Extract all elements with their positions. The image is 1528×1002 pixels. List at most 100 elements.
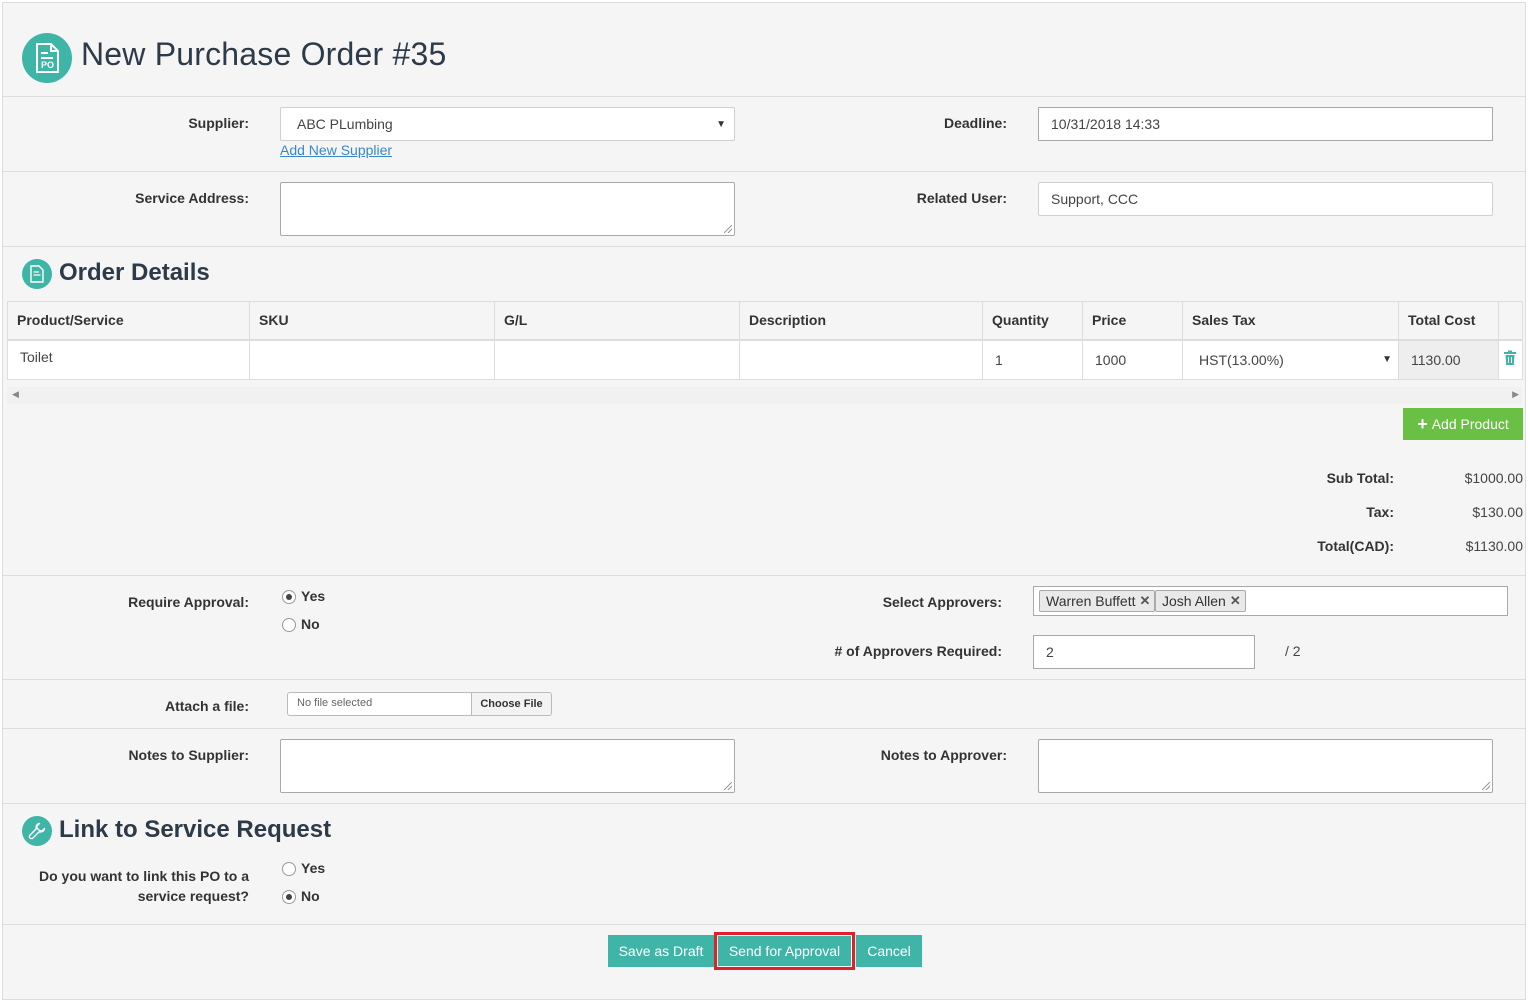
wrench-icon [22, 816, 52, 846]
scroll-right-icon[interactable]: ▶ [1512, 389, 1519, 400]
approver-tag-label: Josh Allen [1162, 593, 1226, 609]
col-total-cost: Total Cost [1398, 301, 1499, 341]
notes-supplier-label: Notes to Supplier: [128, 747, 249, 763]
link-yes-label: Yes [301, 860, 326, 876]
col-quantity: Quantity [982, 301, 1083, 341]
select-approvers-label: Select Approvers: [882, 594, 1002, 610]
add-new-supplier-link[interactable]: Add New Supplier [280, 142, 392, 158]
add-product-button[interactable]: + Add Product [1403, 408, 1523, 440]
attach-file-label: Attach a file: [164, 698, 249, 714]
subtotal-value: $1000.00 [1464, 470, 1523, 486]
related-user-label: Related User: [916, 190, 1007, 206]
total-label: Total(CAD): [1317, 538, 1394, 554]
supplier-value: ABC PLumbing [297, 116, 393, 132]
deadline-label: Deadline: [943, 115, 1007, 131]
divider [3, 246, 1525, 247]
choose-file-button[interactable]: Choose File [471, 693, 551, 715]
order-details-icon [22, 259, 52, 289]
price-cell[interactable]: 1000 [1082, 339, 1183, 380]
table-row: Toilet 1 1000 HST(13.00%) ▼ 1130.00 [7, 339, 1523, 380]
quantity-cell[interactable]: 1 [982, 339, 1083, 380]
approval-yes-radio[interactable] [282, 590, 296, 604]
file-input[interactable]: No file selected Choose File [287, 692, 552, 716]
add-product-label: Add Product [1431, 416, 1509, 432]
remove-tag-icon[interactable]: ✕ [1139, 593, 1150, 609]
sales-tax-value: HST(13.00%) [1199, 351, 1284, 368]
approval-no-radio[interactable] [282, 618, 296, 632]
divider [3, 171, 1525, 172]
link-question-line1: Do you want to link this PO to a [38, 868, 249, 884]
service-address-label: Service Address: [135, 190, 249, 206]
delete-row-cell [1498, 339, 1523, 380]
save-draft-button[interactable]: Save as Draft [608, 935, 714, 967]
approver-tag-label: Warren Buffett [1046, 593, 1136, 609]
tax-value: $130.00 [1472, 504, 1523, 520]
col-sales-tax: Sales Tax [1182, 301, 1399, 341]
approver-tag: Warren Buffett ✕ [1039, 590, 1156, 612]
divider [3, 924, 1525, 925]
link-question-line2: service request? [137, 888, 249, 904]
link-yes-radio[interactable] [282, 862, 296, 876]
approval-no-label: No [301, 616, 320, 632]
link-question-label: Do you want to link this PO to a service… [23, 866, 249, 906]
description-cell[interactable] [739, 339, 983, 380]
send-approval-button[interactable]: Send for Approval [718, 936, 851, 966]
sku-cell[interactable] [249, 339, 495, 380]
total-cost-cell: 1130.00 [1398, 339, 1499, 380]
sales-tax-select[interactable]: HST(13.00%) ▼ [1182, 339, 1399, 380]
link-service-request-title: Link to Service Request [59, 816, 332, 843]
file-status: No file selected [297, 697, 373, 709]
table-horizontal-scrollbar[interactable]: ◀ ▶ [7, 387, 1522, 404]
col-actions [1498, 301, 1523, 341]
link-no-label: No [301, 888, 320, 904]
gl-cell[interactable] [494, 339, 740, 380]
chevron-down-icon: ▼ [1382, 353, 1392, 365]
service-address-textarea[interactable] [280, 182, 735, 236]
divider [3, 96, 1525, 97]
notes-supplier-textarea[interactable] [280, 739, 735, 793]
related-user-input[interactable]: Support, CCC [1038, 182, 1493, 216]
approvers-required-label: # of Approvers Required: [834, 643, 1002, 659]
link-no-radio[interactable] [282, 890, 296, 904]
table-header-row: Product/Service SKU G/L Description Quan… [7, 301, 1523, 341]
scroll-left-icon[interactable]: ◀ [12, 389, 19, 400]
resize-handle-icon [724, 782, 732, 790]
approvers-required-total: / 2 [1285, 643, 1301, 659]
supplier-label: Supplier: [188, 115, 249, 131]
divider [3, 728, 1525, 729]
approver-tag: Josh Allen ✕ [1155, 590, 1246, 612]
page-title: New Purchase Order #35 [81, 36, 447, 72]
po-document-icon: PO [22, 33, 72, 83]
order-details-title: Order Details [59, 259, 210, 286]
po-icon-text: PO [41, 60, 55, 70]
chevron-down-icon: ▼ [716, 118, 726, 130]
purchase-order-page: PO New Purchase Order #35 Supplier: ABC … [2, 2, 1526, 1000]
approvers-required-input[interactable]: 2 [1033, 635, 1255, 669]
deadline-input[interactable]: 10/31/2018 14:33 [1038, 107, 1493, 141]
product-cell[interactable]: Toilet [7, 339, 250, 380]
remove-tag-icon[interactable]: ✕ [1230, 593, 1241, 609]
divider [3, 679, 1525, 680]
divider [3, 803, 1525, 804]
col-description: Description [739, 301, 983, 341]
approvers-multiselect[interactable]: Warren Buffett ✕ Josh Allen ✕ [1033, 586, 1508, 616]
trash-icon[interactable] [1503, 350, 1517, 366]
total-value: $1130.00 [1465, 538, 1523, 554]
col-sku: SKU [249, 301, 495, 341]
product-value: Toilet [20, 348, 53, 365]
resize-handle-icon [1482, 782, 1490, 790]
cancel-button[interactable]: Cancel [856, 935, 922, 967]
col-product: Product/Service [7, 301, 250, 341]
require-approval-label: Require Approval: [128, 594, 249, 610]
col-price: Price [1082, 301, 1183, 341]
order-details-table: Product/Service SKU G/L Description Quan… [7, 301, 1523, 380]
notes-approver-label: Notes to Approver: [880, 747, 1007, 763]
subtotal-label: Sub Total: [1326, 470, 1394, 486]
approval-yes-label: Yes [301, 588, 326, 604]
divider [3, 575, 1525, 576]
supplier-select[interactable]: ABC PLumbing ▼ [280, 107, 735, 141]
tax-label: Tax: [1366, 504, 1394, 520]
plus-icon: + [1417, 414, 1428, 434]
notes-approver-textarea[interactable] [1038, 739, 1493, 793]
col-gl: G/L [494, 301, 740, 341]
